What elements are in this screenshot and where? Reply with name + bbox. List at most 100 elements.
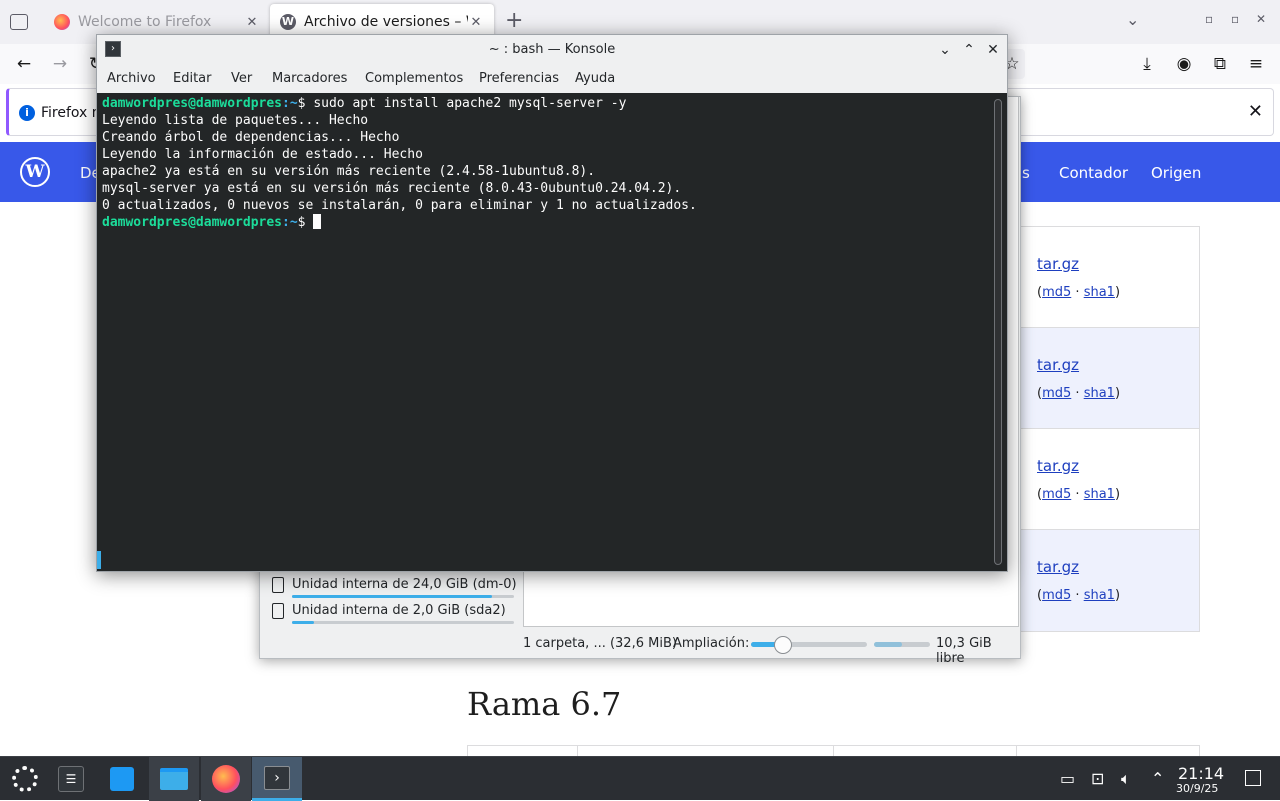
- konsole-title-bar[interactable]: › ~ : bash — Konsole ⌄ ⌃ ✕: [97, 35, 1007, 65]
- menu-marcadores[interactable]: Marcadores: [272, 71, 347, 86]
- menu-complementos[interactable]: Complementos: [365, 71, 463, 86]
- clock-time[interactable]: 21:14: [1178, 764, 1224, 783]
- maximize-icon[interactable]: ▫: [1231, 12, 1239, 26]
- command-line: sudo apt install apache2 mysql-server -y: [305, 96, 627, 111]
- minimize-icon[interactable]: ▫: [1205, 12, 1213, 26]
- prompt-symbol: $: [297, 215, 306, 230]
- folder-icon: [160, 768, 188, 790]
- free-space-label: 10,3 GiB libre: [936, 636, 992, 666]
- close-button[interactable]: ✕: [983, 40, 1003, 60]
- maximize-button[interactable]: ⌃: [959, 40, 979, 60]
- table-row: tar.gz (md5 · sha1): [1020, 227, 1199, 328]
- tar-gz-link[interactable]: tar.gz: [1037, 457, 1079, 475]
- show-desktop-icon[interactable]: [1245, 770, 1261, 786]
- drive-usage-bar: [292, 621, 514, 624]
- clock-date[interactable]: 30/9/25: [1176, 782, 1218, 795]
- free-space-bar: [874, 642, 930, 647]
- terminal-view[interactable]: damwordpres@damwordpres:~$ sudo apt inst…: [97, 93, 1007, 571]
- output-line: apache2 ya está en su versión más recien…: [102, 164, 596, 179]
- drive-label: Unidad interna de 2,0 GiB (sda2): [292, 603, 506, 618]
- nav-item-origen[interactable]: Origen: [1151, 164, 1201, 182]
- info-icon: i: [19, 105, 35, 121]
- md5-link[interactable]: md5: [1042, 386, 1071, 401]
- zoom-slider[interactable]: [751, 636, 867, 654]
- places-drive-dm0[interactable]: Unidad interna de 24,0 GiB (dm-0): [270, 575, 526, 599]
- sha1-link[interactable]: sha1: [1084, 487, 1115, 502]
- paren: ): [1114, 386, 1121, 401]
- gear-icon: [12, 766, 38, 792]
- tab-list-icon[interactable]: [10, 14, 28, 30]
- terminal-icon: ›: [264, 765, 290, 790]
- md5-link[interactable]: md5: [1042, 285, 1071, 300]
- menu-editar[interactable]: Editar: [173, 71, 212, 86]
- terminal-output: damwordpres@damwordpres:~$ sudo apt inst…: [102, 95, 697, 231]
- volume-icon[interactable]: 🔈︎: [1121, 769, 1131, 789]
- back-arrow-icon[interactable]: ←: [12, 52, 36, 76]
- chevron-up-icon[interactable]: ⌃: [1151, 769, 1164, 788]
- dolphin-taskbar-button[interactable]: [149, 757, 199, 801]
- konsole-taskbar-button[interactable]: ›: [252, 757, 302, 801]
- menu-ver[interactable]: Ver: [231, 71, 252, 86]
- nav-item-partial[interactable]: s: [1022, 164, 1030, 182]
- sha1-link[interactable]: sha1: [1084, 285, 1115, 300]
- close-icon[interactable]: ✕: [468, 15, 484, 30]
- application-launcher[interactable]: [0, 757, 50, 801]
- network-icon[interactable]: ⊡: [1091, 769, 1104, 788]
- drive-usage-bar: [292, 595, 514, 598]
- firefox-taskbar-button[interactable]: [201, 757, 251, 801]
- checksums: (md5 · sha1): [1037, 487, 1120, 502]
- menu-preferencias[interactable]: Preferencias: [479, 71, 559, 86]
- minimize-button[interactable]: ⌄: [935, 40, 955, 60]
- checksums: (md5 · sha1): [1037, 386, 1120, 401]
- wordpress-logo-icon[interactable]: W: [20, 157, 50, 187]
- md5-link[interactable]: md5: [1042, 588, 1071, 603]
- sha1-link[interactable]: sha1: [1084, 588, 1115, 603]
- output-line: Leyendo la información de estado... Hech…: [102, 147, 423, 162]
- close-notification-icon[interactable]: ✕: [1248, 101, 1263, 122]
- table-row: tar.gz (md5 · sha1): [1020, 328, 1199, 429]
- discover-button[interactable]: [97, 757, 147, 801]
- places-drive-sda2[interactable]: Unidad interna de 2,0 GiB (sda2): [270, 601, 526, 625]
- prompt-user: damwordpres@damwordpres: [102, 215, 283, 230]
- nav-item-contador[interactable]: Contador: [1059, 164, 1128, 182]
- system-settings-button[interactable]: ☰: [46, 757, 96, 801]
- menu-ayuda[interactable]: Ayuda: [575, 71, 615, 86]
- list-all-tabs-icon[interactable]: ⌄: [1126, 10, 1139, 29]
- extensions-icon[interactable]: ⧉: [1208, 52, 1232, 76]
- sha1-link[interactable]: sha1: [1084, 386, 1115, 401]
- tar-gz-link[interactable]: tar.gz: [1037, 558, 1079, 576]
- checksums: (md5 · sha1): [1037, 285, 1120, 300]
- konsole-window[interactable]: › ~ : bash — Konsole ⌄ ⌃ ✕ Archivo Edita…: [96, 34, 1008, 572]
- paren: ): [1114, 588, 1121, 603]
- account-icon[interactable]: ◉: [1172, 52, 1196, 76]
- terminal-cursor: [313, 214, 322, 229]
- new-tab-button[interactable]: +: [505, 8, 523, 33]
- drive-icon: [272, 603, 284, 619]
- table-row: tar.gz (md5 · sha1): [1020, 429, 1199, 530]
- separator: ·: [1075, 285, 1080, 300]
- paren: ): [1114, 487, 1121, 502]
- shopping-bag-icon: [110, 767, 134, 791]
- prompt-path: :~: [282, 215, 298, 230]
- close-window-icon[interactable]: ✕: [1256, 12, 1266, 26]
- prompt-path: :~: [282, 96, 298, 111]
- tar-gz-link[interactable]: tar.gz: [1037, 356, 1079, 374]
- separator: ·: [1075, 588, 1080, 603]
- status-bar: 1 carpeta, ... (32,6 MiB) Ampliación: 10…: [260, 629, 1020, 666]
- terminal-scrollbar[interactable]: [994, 99, 1002, 565]
- window-title: ~ : bash — Konsole: [488, 42, 616, 57]
- drive-label: Unidad interna de 24,0 GiB (dm-0): [292, 577, 517, 592]
- zoom-slider-handle[interactable]: [774, 636, 793, 654]
- md5-link[interactable]: md5: [1042, 487, 1071, 502]
- battery-icon[interactable]: ▭: [1060, 769, 1075, 788]
- wordpress-logo-icon: W: [280, 14, 296, 30]
- separator: ·: [1075, 386, 1080, 401]
- prompt-user: damwordpres@damwordpres: [102, 96, 283, 111]
- forward-arrow-icon[interactable]: →: [48, 52, 72, 76]
- menu-archivo[interactable]: Archivo: [107, 71, 156, 86]
- tab-title: Archivo de versiones – WordPress: [304, 14, 468, 30]
- tar-gz-link[interactable]: tar.gz: [1037, 255, 1079, 273]
- downloads-icon[interactable]: ⤓: [1135, 52, 1159, 76]
- close-icon[interactable]: ✕: [244, 15, 260, 30]
- menu-icon[interactable]: ≡: [1244, 52, 1268, 76]
